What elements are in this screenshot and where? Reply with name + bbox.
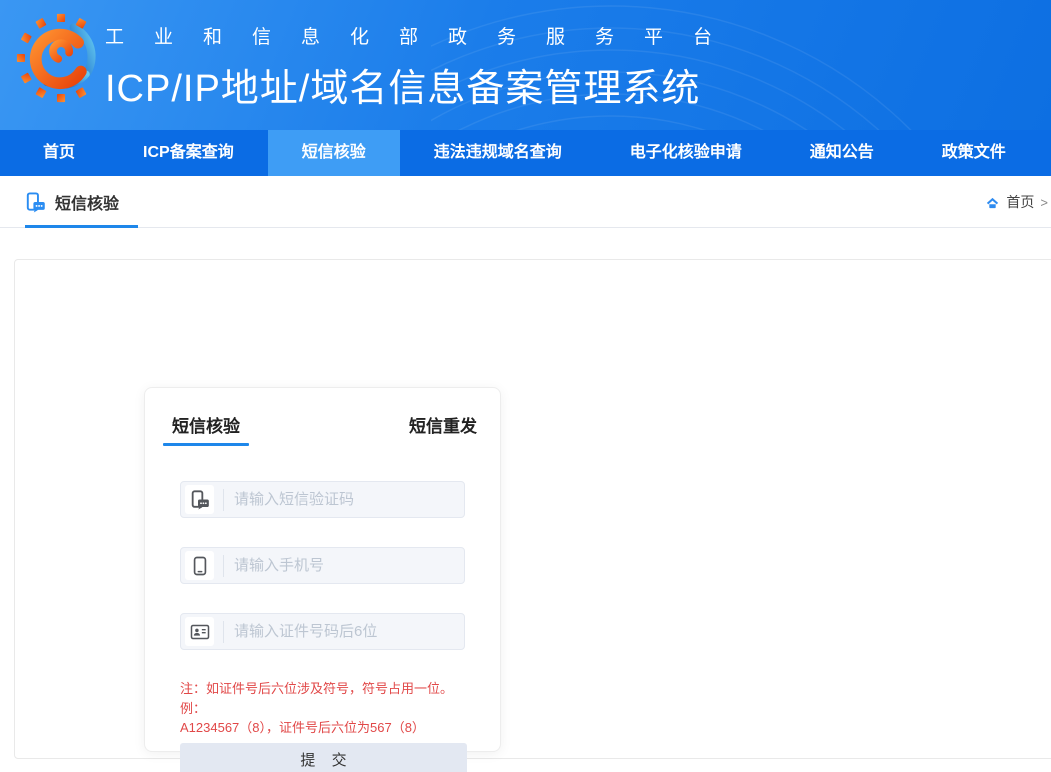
tab-sms-verify[interactable]: 短信核验 <box>163 412 249 446</box>
site-title: ICP/IP地址/域名信息备案管理系统 <box>105 57 742 112</box>
input-divider <box>223 489 224 511</box>
id-last6-field <box>180 613 465 650</box>
content-panel: 短信核验 短信重发 <box>14 259 1051 759</box>
home-icon <box>985 195 1000 210</box>
mobile-phone-icon <box>185 551 214 580</box>
input-divider <box>223 555 224 577</box>
nav-item-notices[interactable]: 通知公告 <box>776 130 908 176</box>
tab-sms-resend[interactable]: 短信重发 <box>400 412 486 446</box>
sms-code-icon <box>185 485 214 514</box>
main-nav: 首页 ICP备案查询 短信核验 违法违规域名查询 电子化核验申请 通知公告 政策… <box>0 130 1051 176</box>
active-tab-underline <box>163 443 249 446</box>
input-divider <box>223 621 224 643</box>
nav-item-illegal-domain-query[interactable]: 违法违规域名查询 <box>400 130 596 176</box>
sms-chat-icon <box>25 192 46 213</box>
platform-tagline: 工业和信息化部政务服务平台 <box>105 22 742 49</box>
id-card-icon <box>185 617 214 646</box>
tab-sms-resend-label: 短信重发 <box>409 417 477 436</box>
site-header: 工业和信息化部政务服务平台 ICP/IP地址/域名信息备案管理系统 <box>0 0 1051 130</box>
miit-logo-icon <box>16 10 106 106</box>
note-line1: 注：如证件号后六位涉及符号，符号占用一位。例： <box>180 681 453 716</box>
breadcrumb-separator: > <box>1040 195 1048 210</box>
mobile-input[interactable] <box>234 557 464 574</box>
id-last6-input[interactable] <box>234 623 464 640</box>
id-symbol-note: 注：如证件号后六位涉及符号，符号占用一位。例： A1234567（8），证件号后六… <box>180 679 465 738</box>
mobile-field <box>180 547 465 584</box>
section-active-underline <box>25 225 138 228</box>
sms-code-field <box>180 481 465 518</box>
section-heading: 短信核验 <box>25 176 119 228</box>
form-fields <box>145 481 500 650</box>
sms-verify-card: 短信核验 短信重发 <box>144 387 501 752</box>
nav-item-e-verify-apply[interactable]: 电子化核验申请 <box>596 130 776 176</box>
tab-sms-verify-label: 短信核验 <box>172 417 240 436</box>
section-title: 短信核验 <box>55 190 119 214</box>
note-line2: A1234567（8），证件号后六位为567（8） <box>180 720 425 735</box>
sms-code-input[interactable] <box>234 491 464 508</box>
nav-item-home[interactable]: 首页 <box>9 130 109 176</box>
breadcrumb-bar: 短信核验 首页 > <box>0 176 1051 228</box>
card-tabs: 短信核验 短信重发 <box>145 412 500 446</box>
nav-item-policy-docs[interactable]: 政策文件 <box>908 130 1040 176</box>
breadcrumb: 首页 > <box>985 176 1048 228</box>
nav-item-icp-query[interactable]: ICP备案查询 <box>109 130 268 176</box>
nav-item-sms-verify[interactable]: 短信核验 <box>268 130 400 176</box>
breadcrumb-home-link[interactable]: 首页 <box>1006 192 1034 212</box>
submit-button[interactable]: 提 交 <box>180 743 467 772</box>
